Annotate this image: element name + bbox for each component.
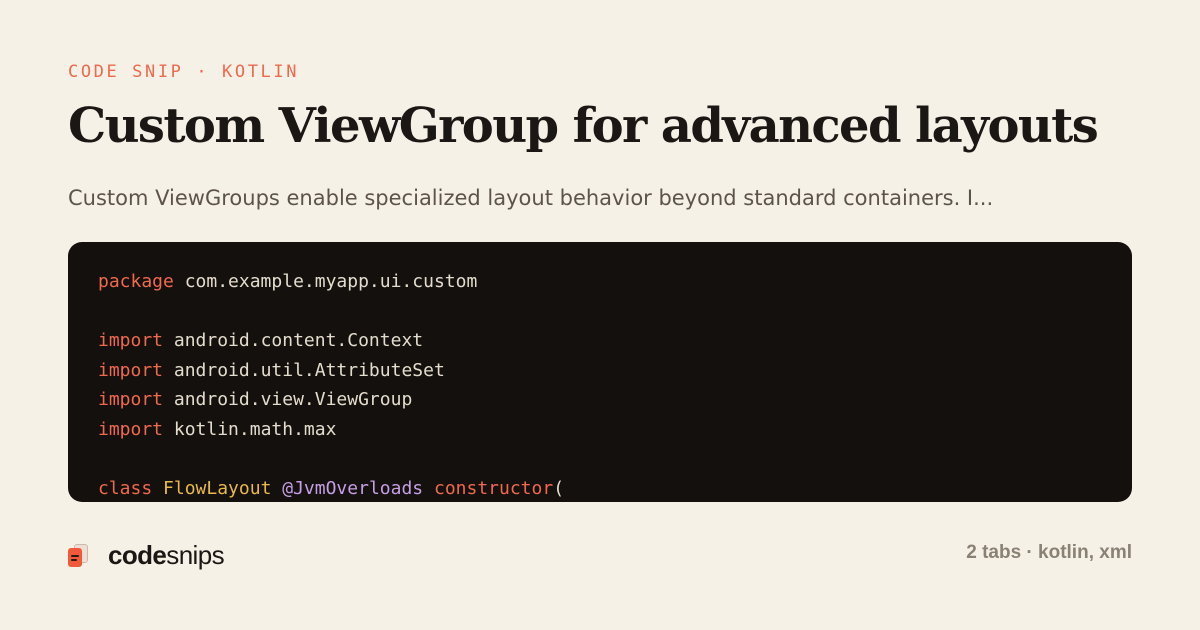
page-subtitle: Custom ViewGroups enable specialized lay… <box>68 186 994 210</box>
brand-name-strong: code <box>108 539 167 570</box>
code-line: import android.content.Context <box>98 329 423 353</box>
brand-name-light: snips <box>166 539 224 570</box>
snippet-meta: 2 tabs · kotlin, xml <box>966 542 1132 563</box>
code-block: package com.example.myapp.ui.custom impor… <box>68 242 1132 502</box>
code-token-plain: kotlin.math.max <box>163 418 337 440</box>
code-token-plain: android.view.ViewGroup <box>163 389 413 410</box>
snippet-pages-icon <box>68 542 90 568</box>
code-token-kw: import <box>98 359 164 381</box>
eyebrow-label: CODE SNIP · KOTLIN <box>68 62 300 82</box>
code-token-kw: constructor <box>433 477 554 499</box>
code-token-kw: import <box>98 389 164 410</box>
code-token-plain: com.example.myapp.ui.custom <box>173 271 478 292</box>
code-line: package com.example.myapp.ui.custom <box>98 270 477 294</box>
code-token-kw: import <box>98 330 164 351</box>
brand-logo: codesnips <box>68 538 225 572</box>
code-token-plain: android.content.Context <box>163 330 424 351</box>
code-token-kw: import <box>98 418 164 440</box>
code-token-cls: FlowLayout <box>163 477 272 499</box>
code-token-kw: class <box>98 477 153 499</box>
code-line: import android.util.AttributeSet <box>98 359 445 383</box>
code-line: import kotlin.math.max <box>98 418 336 442</box>
code-token-kw: package <box>98 271 174 292</box>
code-line: import android.view.ViewGroup <box>98 388 412 412</box>
code-token-plain: ( <box>553 477 565 499</box>
page-title: Custom ViewGroup for advanced layouts <box>68 98 1099 154</box>
code-token-ann: @JvmOverloads <box>282 477 424 499</box>
code-token-plain: android.util.AttributeSet <box>163 359 445 381</box>
code-line: class FlowLayout @JvmOverloads construct… <box>98 477 564 501</box>
brand-name: codesnips <box>108 539 225 571</box>
